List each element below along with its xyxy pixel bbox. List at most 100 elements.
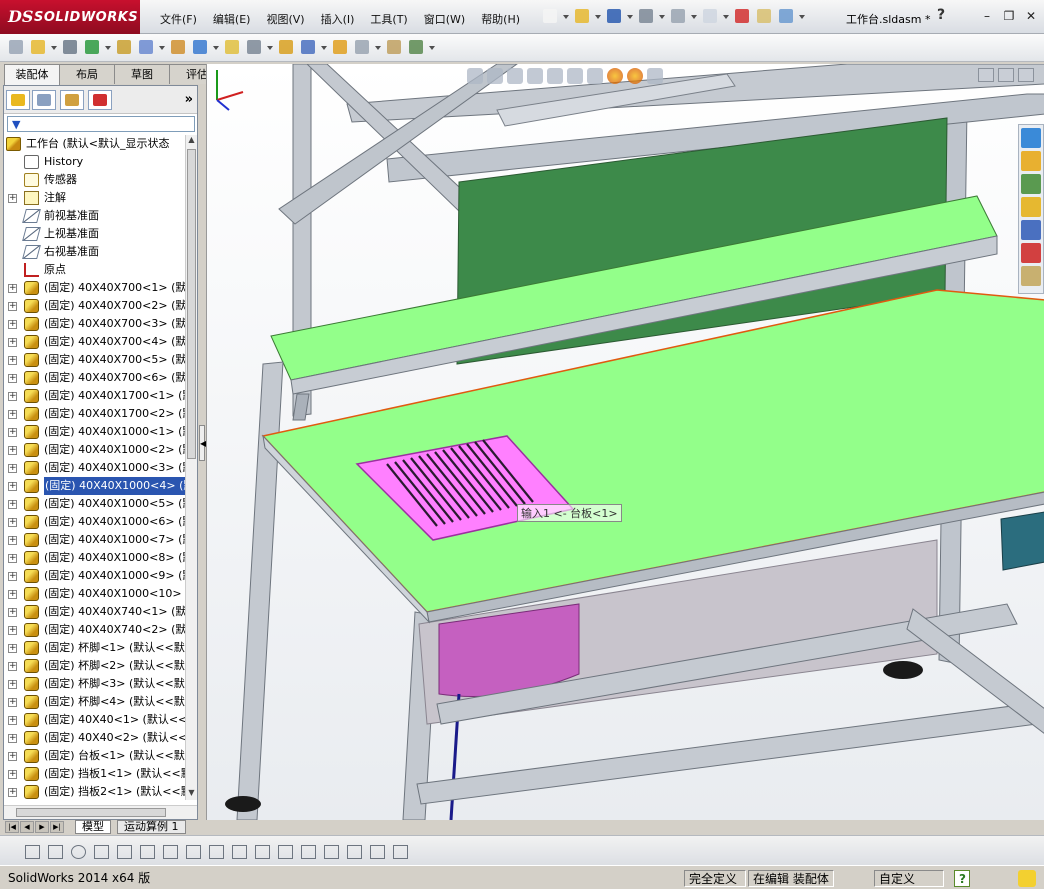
reference-geometry-icon[interactable] [222,37,242,57]
options-icon[interactable] [776,6,796,26]
tree-node[interactable]: + (固定) 40X40X1700<2> (默 [4,405,186,423]
tree-node[interactable]: + (固定) 40X40X740<1> (默认 [4,603,186,621]
assembly-features-dropdown-icon[interactable] [212,37,220,57]
spline-icon[interactable] [137,842,157,860]
insert-components-icon[interactable] [28,37,48,57]
tree-node[interactable]: + (固定) 40X40X1000<5> (默 [4,495,186,513]
expand-toggle-icon[interactable]: + [8,698,17,707]
instant3d-dropdown-icon[interactable] [428,37,436,57]
line-icon[interactable] [45,842,65,860]
solidworks-logo[interactable]: DS SOLIDWORKS [0,0,140,34]
zoom-to-fit-icon[interactable] [467,68,483,84]
expand-toggle-icon[interactable]: + [8,608,17,617]
tree-node[interactable]: + (固定) 40X40X1000<7> (默 [4,531,186,549]
expand-toggle-icon[interactable]: + [8,428,17,437]
interference-detection-icon[interactable] [352,37,372,57]
units-status[interactable]: 自定义 [874,870,944,887]
graphics-viewport[interactable]: 输入1 <- 台板<1> [206,64,1044,820]
tab-model[interactable]: 模型 [75,820,111,834]
viewport-restore-icon[interactable] [998,68,1014,82]
expand-toggle-icon[interactable]: + [8,590,17,599]
open-dropdown-icon[interactable] [594,6,602,26]
menu-item-4[interactable]: 工具(T) [362,11,415,27]
tree-node[interactable]: + (固定) 40X40X1000<1> (默 [4,423,186,441]
first-tab-icon[interactable]: |◀ [5,821,19,833]
scroll-down-icon[interactable]: ▼ [187,788,196,800]
status-help-icon[interactable]: ? [954,870,970,887]
panel-splitter[interactable]: ◀ [198,85,206,820]
expand-toggle-icon[interactable]: + [8,518,17,527]
expand-toggle-icon[interactable]: + [8,644,17,653]
viewport-minimize-icon[interactable] [978,68,994,82]
scroll-thumb[interactable] [187,149,196,459]
expand-toggle-icon[interactable]: + [8,572,17,581]
tree-node[interactable]: + (固定) 40X40<1> (默认<<默 [4,711,186,729]
convert-entities-icon[interactable] [252,842,272,860]
tree-node[interactable]: + (固定) 杯脚<3> (默认<<默 [4,675,186,693]
next-tab-icon[interactable]: ▶ [35,821,49,833]
new-motion-study-dropdown-icon[interactable] [266,37,274,57]
offset-icon[interactable] [183,842,203,860]
tree-node[interactable]: + (固定) 挡板2<1> (默认<<默 [4,783,186,800]
component-pattern-dropdown-icon[interactable] [104,37,112,57]
file-properties-icon[interactable] [754,6,774,26]
clearance-verification-icon[interactable] [384,37,404,57]
menu-item-3[interactable]: 插入(I) [313,11,363,27]
expand-toggle-icon[interactable]: + [8,626,17,635]
insert-components-dropdown-icon[interactable] [50,37,58,57]
print-dropdown-icon[interactable] [658,6,666,26]
menu-item-5[interactable]: 窗口(W) [416,11,473,27]
tree-node[interactable]: + (固定) 40X40X700<6> (默认 [4,369,186,387]
circle-icon[interactable] [68,842,88,860]
restore-button[interactable]: ❐ [1000,8,1018,24]
tab-motion-study[interactable]: 运动算例 1 [117,820,186,834]
move-component-icon[interactable] [136,37,156,57]
tree-node[interactable]: + (固定) 杯脚<1> (默认<<默 [4,639,186,657]
trim-icon[interactable] [160,842,180,860]
tree-node[interactable]: + (固定) 40X40X1700<1> (默 [4,387,186,405]
tree-node[interactable]: + (固定) 杯脚<2> (默认<<默 [4,657,186,675]
display-style-icon[interactable] [567,68,583,84]
tree-node[interactable]: 上视基准面 [4,225,186,243]
undo-dropdown-icon[interactable] [690,6,698,26]
minimize-button[interactable]: – [978,8,996,24]
tree-node[interactable]: 传感器 [4,171,186,189]
section-view-icon[interactable] [527,68,543,84]
expand-toggle-icon[interactable]: + [8,464,17,473]
command-tab-1[interactable]: 布局 [59,64,115,84]
tree-node[interactable]: + (固定) 40X40X1000<2> (默 [4,441,186,459]
tree-node[interactable]: + (固定) 台板<1> (默认<<默 [4,747,186,765]
zoom-area-icon[interactable] [487,68,503,84]
expand-toggle-icon[interactable]: + [8,284,17,293]
interference-detection-dropdown-icon[interactable] [374,37,382,57]
assembly-features-icon[interactable] [190,37,210,57]
new-document-icon[interactable] [540,6,560,26]
select-dropdown-icon[interactable] [722,6,730,26]
solidworks-resources-icon[interactable] [1021,128,1041,148]
arc-icon[interactable] [91,842,111,860]
tree-node[interactable]: + (固定) 40X40X740<2> (默认 [4,621,186,639]
design-library-icon[interactable] [1021,174,1041,194]
tree-node[interactable]: 前视基准面 [4,207,186,225]
dimension-icon[interactable] [275,842,295,860]
tree-node[interactable]: + (固定) 40X40X700<4> (默认 [4,333,186,351]
display-manager-tab-icon[interactable] [88,90,112,110]
command-tab-0[interactable]: 装配体 [4,64,60,85]
new-motion-study-icon[interactable] [244,37,264,57]
expand-toggle-icon[interactable]: + [8,752,17,761]
mate-icon[interactable] [60,37,80,57]
tree-node[interactable]: + (固定) 40X40X1000<6> (默 [4,513,186,531]
more-tabs-chevron-icon[interactable]: » [185,92,193,107]
expand-toggle-icon[interactable]: + [8,662,17,671]
edit-appearance-icon[interactable] [607,68,623,84]
open-folder-icon[interactable] [572,6,592,26]
pattern-icon[interactable] [321,842,341,860]
save-icon[interactable] [604,6,624,26]
expand-toggle-icon[interactable]: + [8,554,17,563]
assembly-3d-model[interactable] [207,64,1044,820]
feature-tree-tab-icon[interactable] [6,90,30,110]
exploded-view-icon[interactable] [298,37,318,57]
prev-tab-icon[interactable]: ◀ [20,821,34,833]
rebuild-traffic-light-icon[interactable] [732,6,752,26]
close-button[interactable]: ✕ [1022,8,1040,24]
